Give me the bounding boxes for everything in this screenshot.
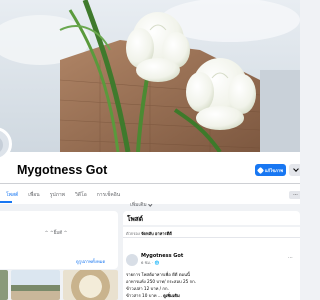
posts-title: โพสต์ — [127, 215, 143, 223]
filter-value: จัดหลับ อาหารดีดี — [141, 231, 172, 236]
chevron-down-icon — [292, 166, 299, 172]
cover-photo[interactable] — [0, 0, 300, 152]
see-all-photos-link[interactable]: ดูรูปภาพทั้งหมด — [76, 258, 105, 265]
tab-more-label: เพิ่มเติม — [130, 202, 147, 208]
post-options-icon[interactable]: ··· — [288, 255, 293, 261]
tab-checkins[interactable]: การเช็คอิน — [97, 191, 120, 210]
edit-profile-button[interactable]: แก้ไขภาพ — [255, 164, 286, 176]
intro-bio: ^ ^ยิ้มดี ^ — [44, 231, 68, 236]
photo-thumbnail[interactable] — [0, 270, 8, 300]
see-more-link[interactable]: ดูเพิ่มเติม — [163, 293, 180, 298]
post-author-name[interactable]: Mygotness Got — [141, 253, 183, 259]
tab-videos[interactable]: วิดีโอ — [75, 191, 87, 210]
post-author-avatar[interactable] — [126, 254, 138, 266]
photo-thumbnail[interactable] — [10, 270, 60, 300]
header-divider — [0, 183, 300, 184]
photo-grid — [0, 270, 118, 300]
post-filter[interactable]: ตัวกรอง จัดหลับ อาหารดีดี — [126, 230, 172, 237]
post-text-line: ข้าวเปล่า 12 บาท / กก. — [126, 286, 169, 291]
post-timestamp[interactable]: 6 ชม. · 🌐 — [141, 260, 159, 266]
active-tab-indicator — [0, 201, 12, 203]
tab-photos[interactable]: รูปภาพ — [50, 191, 65, 210]
post-text-last: ข้าวสาร 10 บาท ... — [126, 293, 164, 298]
posts-header-card: โพสต์ — [123, 211, 300, 225]
tab-more[interactable]: เพิ่มเติม — [130, 191, 152, 210]
filter-prefix: ตัวกรอง — [126, 231, 140, 236]
post-text-line: รายการ โพสต์อาหารเพื่อ ดีดี ตอนนี้ — [126, 272, 190, 277]
intro-card: ^ ^ยิ้มดี ^ ดูรูปภาพทั้งหมด — [0, 211, 118, 269]
profile-name: Mygotness Got — [17, 163, 108, 177]
photo-thumbnail[interactable] — [62, 270, 118, 300]
caret-down-icon — [148, 201, 152, 206]
post-text-line: อาหารแห้ง 250 บาท/ กระสอบ 25 กก. — [126, 279, 197, 284]
tab-friends[interactable]: เพื่อน — [28, 191, 39, 210]
post-text-line: ข้าวสาร 10 บาท ... ดูเพิ่มเติม — [126, 292, 180, 299]
avatar-placeholder — [0, 136, 3, 154]
cover-illustration — [0, 0, 300, 152]
tabs-overflow-button[interactable]: ··· — [289, 191, 300, 199]
more-options-button[interactable] — [289, 164, 300, 176]
edit-profile-label: แก้ไขภาพ — [264, 167, 284, 173]
profile-page: Mygotness Got แก้ไขภาพ โพสต์ เพื่อน รูปภ… — [0, 0, 300, 300]
post-card: ตัวกรอง จัดหลับ อาหารดีดี Mygotness Got … — [123, 227, 300, 300]
post-divider — [123, 237, 300, 238]
pencil-icon — [256, 166, 264, 174]
profile-tabs: โพสต์ เพื่อน รูปภาพ วิดีโอ การเช็คอิน เพ… — [6, 191, 152, 210]
